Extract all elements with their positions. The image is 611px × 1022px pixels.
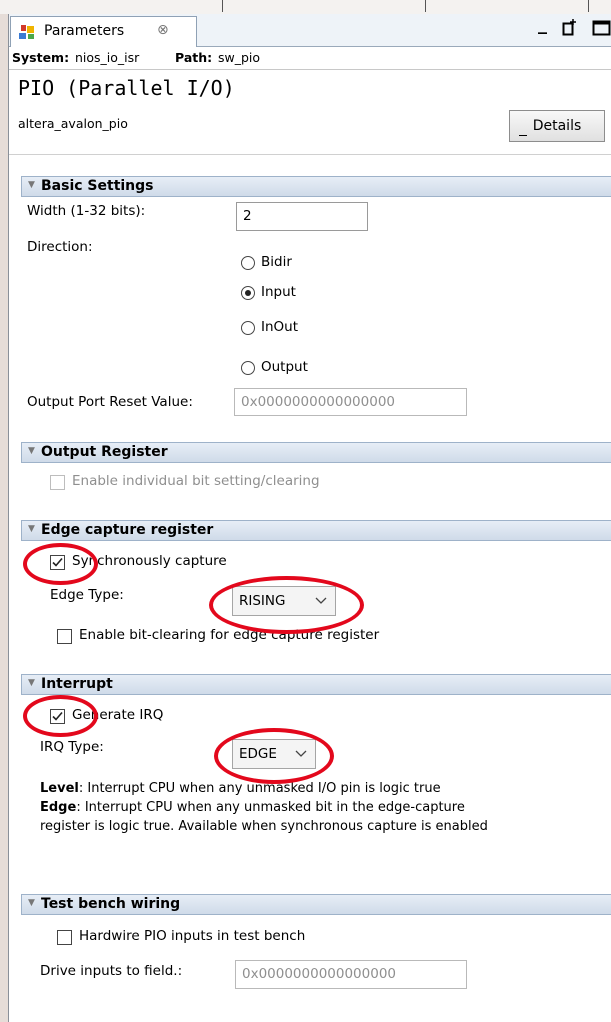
minimize-icon[interactable]: _ (538, 15, 554, 35)
irq-type-value: EDGE (239, 746, 277, 762)
component-header: PIO (Parallel I/O) altera_avalon_pio Det… (9, 70, 611, 155)
section-test-bench[interactable]: ▼ Test bench wiring (21, 894, 611, 915)
hardwire-inputs-checkbox[interactable] (57, 930, 72, 945)
maximize-icon[interactable] (562, 18, 578, 36)
section-basic-settings[interactable]: ▼ Basic Settings (21, 176, 611, 197)
checkmark-icon (52, 711, 63, 721)
irq-description-edge: Edge: Interrupt CPU when any unmasked bi… (40, 800, 465, 815)
window-top-strip (0, 0, 611, 15)
drive-inputs-label: Drive inputs to field.: (40, 963, 183, 979)
section-edge-capture[interactable]: ▼ Edge capture register (21, 520, 611, 541)
radio-output[interactable] (241, 361, 255, 375)
radio-output-label: Output (261, 359, 308, 375)
collapse-triangle-icon: ▼ (28, 446, 35, 456)
radio-input-label: Input (261, 284, 296, 300)
radio-bidir[interactable] (241, 256, 255, 270)
sync-capture-label: Synchronously capture (72, 553, 227, 569)
collapse-triangle-icon: ▼ (28, 180, 35, 190)
component-id: altera_avalon_pio (18, 116, 128, 131)
collapse-triangle-icon: ▼ (28, 678, 35, 688)
close-icon[interactable]: ⊗ (157, 22, 169, 38)
mnemonic-underline (519, 135, 527, 136)
tab-parameters[interactable]: Parameters ⊗ (10, 16, 197, 47)
section-title: Output Register (41, 444, 168, 460)
checkmark-icon (52, 557, 63, 567)
enable-bit-setting-checkbox[interactable] (50, 475, 65, 490)
chevron-down-icon (315, 597, 327, 604)
ruler-tick (222, 0, 223, 12)
reset-value-input[interactable]: 0x0000000000000000 (234, 388, 467, 416)
details-button[interactable]: Details (509, 110, 605, 142)
radio-bidir-label: Bidir (261, 254, 292, 270)
irq-type-label: IRQ Type: (40, 739, 104, 755)
section-title: Edge capture register (41, 522, 214, 538)
ruler-tick (588, 0, 589, 12)
irq-type-select[interactable]: EDGE (232, 739, 316, 769)
system-value: nios_io_isr (75, 50, 140, 65)
restore-icon[interactable] (592, 18, 611, 36)
drive-inputs-input[interactable]: 0x0000000000000000 (235, 960, 467, 989)
tab-label: Parameters (44, 23, 125, 39)
path-value: sw_pio (218, 50, 261, 65)
direction-label: Direction: (27, 239, 93, 255)
details-button-label: Details (532, 118, 582, 134)
bit-clearing-checkbox[interactable] (57, 629, 72, 644)
irq-description-level: Level: Interrupt CPU when any unmasked I… (40, 781, 441, 796)
system-label: System: (12, 50, 70, 65)
reset-value-label: Output Port Reset Value: (27, 394, 193, 410)
chevron-down-icon (295, 750, 307, 757)
system-path-bar: System: nios_io_isr Path: sw_pio (9, 47, 611, 70)
collapse-triangle-icon: ▼ (28, 898, 35, 908)
enable-bit-setting-label: Enable individual bit setting/clearing (72, 473, 320, 489)
collapse-triangle-icon: ▼ (28, 524, 35, 534)
radio-inout[interactable] (241, 321, 255, 335)
ruler-tick (425, 0, 426, 12)
radio-selected-dot (245, 290, 251, 296)
radio-input[interactable] (241, 286, 255, 300)
section-title: Basic Settings (41, 178, 154, 194)
section-title: Test bench wiring (41, 896, 181, 912)
generate-irq-checkbox[interactable] (50, 709, 65, 724)
section-output-register[interactable]: ▼ Output Register (21, 442, 611, 463)
section-title: Interrupt (41, 676, 113, 692)
edge-type-value: RISING (239, 593, 286, 609)
radio-inout-label: InOut (261, 319, 299, 335)
page-title: PIO (Parallel I/O) (18, 76, 235, 100)
bit-clearing-label: Enable bit-clearing for edge capture reg… (79, 627, 380, 643)
sync-capture-checkbox[interactable] (50, 555, 65, 570)
window-left-strip (0, 14, 8, 1022)
section-interrupt[interactable]: ▼ Interrupt (21, 674, 611, 695)
path-label: Path: (175, 50, 213, 65)
hardwire-inputs-label: Hardwire PIO inputs in test bench (79, 928, 306, 944)
parameters-icon (19, 25, 34, 39)
width-label: Width (1-32 bits): (27, 203, 146, 219)
generate-irq-label: Generate IRQ (72, 707, 164, 723)
irq-description-edge-cont: register is logic true. Available when s… (40, 819, 488, 834)
edge-type-select[interactable]: RISING (232, 586, 336, 616)
width-input[interactable]: 2 (236, 202, 368, 231)
parameters-content: ▼ Basic Settings Width (1-32 bits): 2 Di… (9, 155, 611, 1022)
edge-type-label: Edge Type: (50, 587, 124, 603)
